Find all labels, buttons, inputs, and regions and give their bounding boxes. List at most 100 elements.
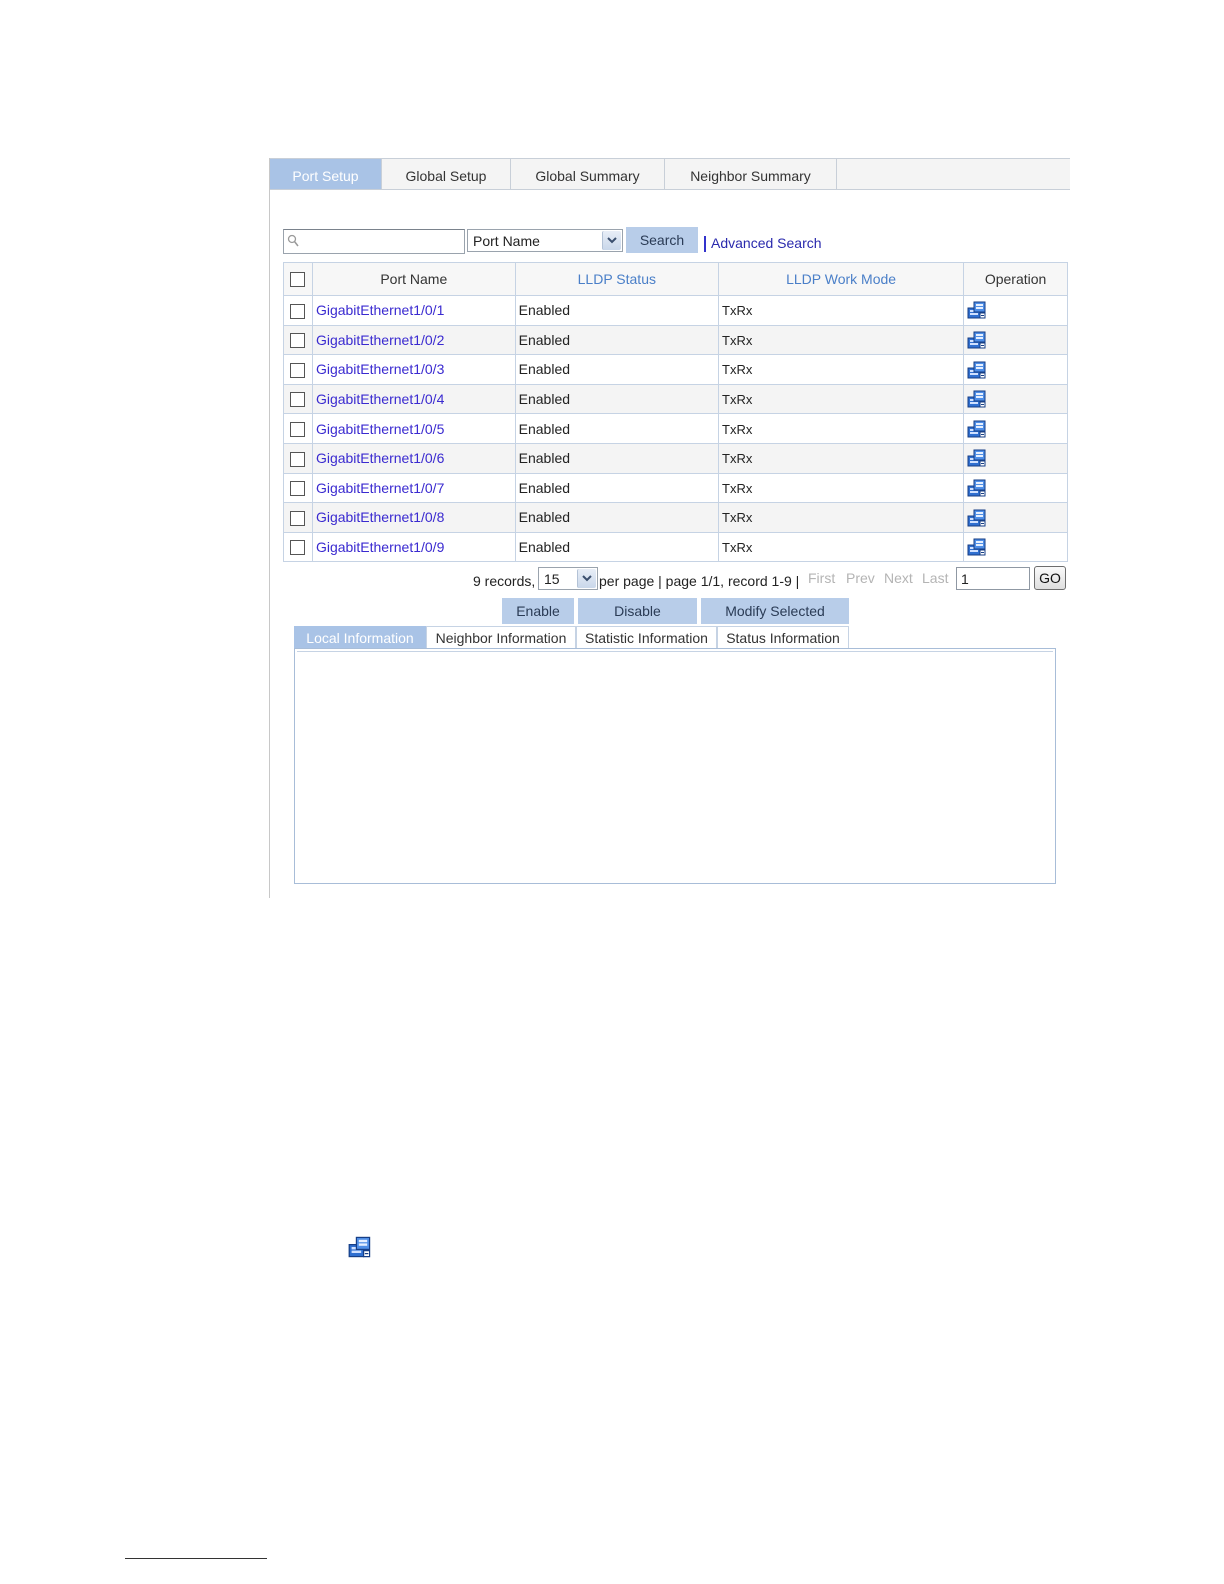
port-name-cell: GigabitEthernet1/0/6 <box>311 442 516 474</box>
col-port-name[interactable]: Port Name <box>311 262 516 296</box>
table-row: GigabitEthernet1/0/6 Enabled TxRx <box>283 442 1068 474</box>
table-row: GigabitEthernet1/0/4 Enabled TxRx <box>283 383 1068 415</box>
next-page-link[interactable]: Next <box>884 570 913 586</box>
row-checkbox[interactable] <box>290 362 306 378</box>
page-number-input[interactable]: 1 <box>956 567 1030 590</box>
tab-status-information[interactable]: Status Information <box>717 626 849 648</box>
last-page-link[interactable]: Last <box>922 570 948 586</box>
lldp-work-mode-value: TxRx <box>722 362 753 378</box>
select-all-cell <box>283 262 313 296</box>
lldp-status-cell: Enabled <box>514 502 720 533</box>
port-name-link[interactable]: GigabitEthernet1/0/1 <box>313 302 444 318</box>
records-count: 9 records, <box>473 573 536 589</box>
lldp-status-value: Enabled <box>518 450 571 467</box>
first-page-link[interactable]: First <box>808 570 835 586</box>
lldp-work-mode-cell: TxRx <box>718 295 965 326</box>
row-checkbox[interactable] <box>290 540 306 556</box>
operation-cell <box>963 354 1068 385</box>
modify-icon[interactable] <box>967 479 987 497</box>
search-input[interactable] <box>283 229 465 254</box>
lldp-status-value: Enabled <box>518 361 571 378</box>
lldp-work-mode-value: TxRx <box>722 392 753 408</box>
tab-global-summary[interactable]: Global Summary <box>511 159 665 189</box>
row-checkbox[interactable] <box>290 392 306 408</box>
lldp-status-cell: Enabled <box>514 354 720 385</box>
select-all-checkbox[interactable] <box>290 272 306 288</box>
disable-button[interactable]: Disable <box>578 598 697 624</box>
col-lldp-status[interactable]: LLDP Status <box>514 262 720 296</box>
port-name-cell: GigabitEthernet1/0/4 <box>311 383 516 415</box>
port-name-link[interactable]: GigabitEthernet1/0/8 <box>313 509 444 525</box>
search-field-select[interactable]: Port Name <box>467 229 623 252</box>
modify-selected-button[interactable]: Modify Selected <box>701 598 849 624</box>
row-checkbox[interactable] <box>290 481 306 497</box>
operation-cell <box>963 324 1068 356</box>
port-name-link[interactable]: GigabitEthernet1/0/2 <box>313 332 444 348</box>
table-row: GigabitEthernet1/0/2 Enabled TxRx <box>283 324 1068 356</box>
modify-icon[interactable] <box>967 361 987 379</box>
lldp-status-cell: Enabled <box>514 531 720 563</box>
port-name-link[interactable]: GigabitEthernet1/0/9 <box>313 539 444 555</box>
lldp-status-value: Enabled <box>518 331 571 348</box>
modify-icon[interactable] <box>967 538 987 556</box>
tab-neighbor-information[interactable]: Neighbor Information <box>426 626 576 648</box>
port-name-link[interactable]: GigabitEthernet1/0/7 <box>313 480 444 496</box>
port-name-link[interactable]: GigabitEthernet1/0/3 <box>313 361 444 377</box>
row-select-cell <box>283 354 313 385</box>
modify-icon[interactable] <box>967 449 987 467</box>
search-button[interactable]: Search <box>626 227 698 253</box>
modify-icon[interactable] <box>967 420 987 438</box>
tab-local-information[interactable]: Local Information <box>294 626 426 648</box>
row-select-cell <box>283 413 313 444</box>
tab-statistic-information[interactable]: Statistic Information <box>576 626 717 648</box>
operation-cell <box>963 383 1068 415</box>
table-row: GigabitEthernet1/0/3 Enabled TxRx <box>283 354 1068 385</box>
table-row: GigabitEthernet1/0/1 Enabled TxRx <box>283 295 1068 326</box>
lldp-work-mode-cell: TxRx <box>718 531 965 563</box>
lldp-work-mode-cell: TxRx <box>718 502 965 533</box>
chevron-down-icon <box>602 231 621 250</box>
per-page-select[interactable]: 15 <box>538 567 598 590</box>
lldp-work-mode-value: TxRx <box>722 421 753 437</box>
table-row: GigabitEthernet1/0/7 Enabled TxRx <box>283 472 1068 504</box>
lldp-work-mode-cell: TxRx <box>718 383 965 415</box>
row-select-cell <box>283 442 313 474</box>
operation-cell <box>963 472 1068 504</box>
operation-cell <box>963 502 1068 533</box>
modify-icon[interactable] <box>967 509 987 527</box>
lldp-work-mode-value: TxRx <box>722 480 753 496</box>
tab-neighbor-summary[interactable]: Neighbor Summary <box>665 159 837 189</box>
lldp-status-value: Enabled <box>518 391 571 408</box>
row-checkbox[interactable] <box>290 333 306 349</box>
lldp-status-value: Enabled <box>518 509 571 526</box>
port-name-link[interactable]: GigabitEthernet1/0/4 <box>313 391 444 407</box>
advanced-search-link[interactable]: Advanced Search <box>711 235 822 251</box>
row-checkbox[interactable] <box>290 422 306 438</box>
col-operation: Operation <box>963 262 1068 296</box>
port-name-link[interactable]: GigabitEthernet1/0/6 <box>313 450 444 466</box>
modify-icon[interactable] <box>967 331 987 349</box>
footnote-rule <box>125 1558 267 1559</box>
port-table: Port Name LLDP Status LLDP Work Mode Ope… <box>283 262 1068 563</box>
row-checkbox[interactable] <box>290 451 306 467</box>
search-icon <box>287 234 299 247</box>
prev-page-link[interactable]: Prev <box>846 570 875 586</box>
modify-icon[interactable] <box>967 390 987 408</box>
page-number-value: 1 <box>961 571 969 587</box>
tab-global-setup[interactable]: Global Setup <box>382 159 511 189</box>
search-field-value: Port Name <box>473 233 540 249</box>
row-checkbox[interactable] <box>290 303 306 319</box>
lldp-work-mode-value: TxRx <box>722 510 753 526</box>
modify-icon[interactable] <box>967 301 987 319</box>
lldp-status-cell: Enabled <box>514 413 720 444</box>
tab-port-setup[interactable]: Port Setup <box>270 159 382 189</box>
col-lldp-work-mode[interactable]: LLDP Work Mode <box>718 262 965 296</box>
lldp-work-mode-value: TxRx <box>722 303 753 319</box>
port-name-link[interactable]: GigabitEthernet1/0/5 <box>313 421 444 437</box>
go-button[interactable]: GO <box>1034 566 1066 590</box>
row-checkbox[interactable] <box>290 510 306 526</box>
operation-cell <box>963 531 1068 563</box>
enable-button[interactable]: Enable <box>502 598 574 624</box>
table-row: GigabitEthernet1/0/5 Enabled TxRx <box>283 413 1068 444</box>
lldp-status-value: Enabled <box>518 539 571 556</box>
